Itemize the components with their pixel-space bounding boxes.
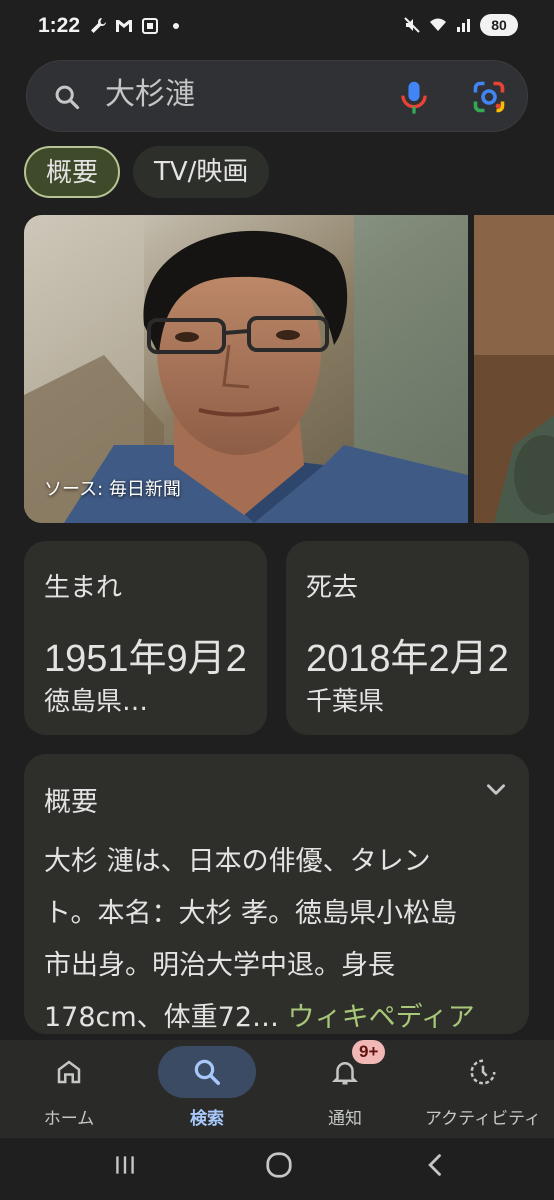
- nav-search[interactable]: 検索: [138, 1040, 276, 1138]
- google-lens-icon[interactable]: [471, 79, 507, 115]
- dot-icon: [173, 23, 179, 29]
- second-photo-thumbnail[interactable]: [474, 215, 554, 523]
- screenshot-icon: [142, 18, 158, 34]
- died-card[interactable]: 死去 2018年2月2 千葉県: [286, 541, 529, 735]
- born-place: 徳島県…: [44, 687, 149, 717]
- status-bar: 1:22 80: [0, 0, 554, 56]
- search-query[interactable]: 大杉漣: [105, 75, 195, 115]
- home-icon: [49, 1052, 89, 1092]
- microphone-icon[interactable]: [397, 79, 431, 115]
- nav-activity[interactable]: アクティビティ: [414, 1040, 552, 1138]
- search-icon: [187, 1052, 227, 1092]
- signal-icon: [457, 19, 470, 32]
- nav-activity-label: アクティビティ: [424, 1109, 542, 1129]
- nav-notifications[interactable]: 9+ 通知: [276, 1040, 414, 1138]
- nav-home[interactable]: ホーム: [0, 1040, 138, 1138]
- home-button-icon[interactable]: [264, 1150, 294, 1180]
- died-label: 死去: [306, 573, 359, 603]
- overview-card[interactable]: 概要 大杉 漣は、日本の俳優、タレン ト。本名：大杉 孝。徳島県小松島 市出身。…: [24, 754, 529, 1034]
- search-bar[interactable]: 大杉漣: [26, 60, 528, 132]
- nav-notifications-label: 通知: [328, 1109, 362, 1129]
- mute-icon: [404, 17, 420, 33]
- nav-search-label: 検索: [190, 1109, 224, 1129]
- overview-line: 178cm、体重72… ウィキペディア: [44, 992, 514, 1044]
- system-navigation-bar: [0, 1138, 554, 1200]
- battery-indicator: 80: [480, 14, 518, 36]
- tab-overview[interactable]: 概要: [24, 146, 121, 198]
- died-date: 2018年2月2: [306, 638, 509, 680]
- born-date: 1951年9月2: [44, 638, 247, 680]
- born-label: 生まれ: [44, 573, 123, 603]
- system-status-icons: 80: [402, 14, 518, 36]
- nav-home-label: ホーム: [43, 1109, 95, 1129]
- overview-label: 概要: [44, 787, 98, 818]
- overview-line: 市出身。明治大学中退。身長: [44, 950, 395, 981]
- activity-icon: [463, 1052, 503, 1092]
- overview-line: 大杉 漣は、日本の俳優、タレン: [44, 846, 431, 877]
- died-place: 千葉県: [306, 687, 385, 717]
- second-photo-illustration: [474, 215, 554, 523]
- wifi-icon: [430, 18, 446, 31]
- notification-badge: 9+: [352, 1040, 386, 1064]
- gmail-icon: [116, 20, 132, 32]
- chevron-down-icon[interactable]: [483, 776, 509, 802]
- back-icon[interactable]: [422, 1150, 450, 1180]
- recent-apps-icon[interactable]: [112, 1152, 138, 1178]
- overview-line-end: 178cm、体重72…: [44, 1002, 280, 1033]
- overview-text: 大杉 漣は、日本の俳優、タレン ト。本名：大杉 孝。徳島県小松島 市出身。明治大…: [44, 836, 514, 1044]
- person-photo[interactable]: ソース: 毎日新聞: [24, 215, 468, 523]
- wrench-icon: [91, 18, 106, 33]
- overview-line: ト。本名：大杉 孝。徳島県小松島: [44, 898, 458, 929]
- bottom-navigation: ホーム 検索 9+ 通知 アクティビティ: [0, 1040, 554, 1138]
- image-source-caption: ソース: 毎日新聞: [44, 479, 181, 500]
- born-card[interactable]: 生まれ 1951年9月2 徳島県…: [24, 541, 267, 735]
- status-time: 1:22: [38, 14, 81, 37]
- tab-tv-movies[interactable]: TV/映画: [133, 146, 270, 198]
- search-icon: [55, 85, 80, 110]
- wikipedia-link[interactable]: ウィキペディア: [288, 1002, 475, 1033]
- notification-icons: [88, 16, 186, 36]
